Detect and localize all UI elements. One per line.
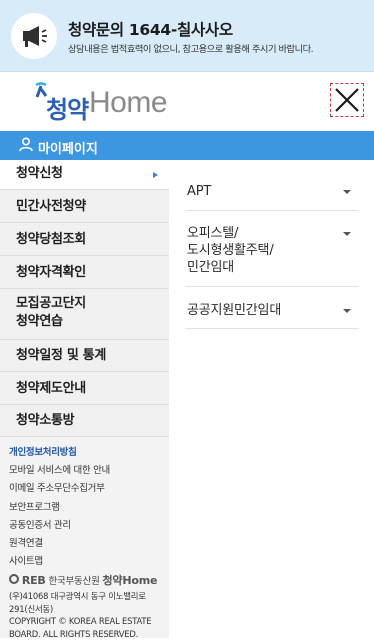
nav-item-schedule-statistics[interactable]: 청약일정 및 통계 <box>0 340 169 372</box>
site-header: 청약 Home <box>0 73 374 129</box>
nav-item-label: 청약소통방 <box>16 413 75 428</box>
nav-item-label-line2: 청약연습 <box>16 314 63 329</box>
submenu-item-public-private-rental[interactable]: 공공지원민간임대 <box>185 287 359 329</box>
link-remote-connection[interactable]: 원격연결 <box>9 535 110 553</box>
footer-copyright: COPYRIGHT © KOREA REAL ESTATE BOARD. ALL… <box>9 616 152 639</box>
submenu-item-apt[interactable]: APT <box>185 170 359 211</box>
footer-site: 청약Home <box>102 574 158 587</box>
megaphone-icon <box>11 13 57 59</box>
notice-banner: 청약문의 1644-칠사사오 상담내용은 법적효력이 없으니, 참고용으로 활용… <box>0 0 374 72</box>
footer-org: 한국부동산원 <box>48 576 100 587</box>
nav-item-label-line1: 모집공고단지 <box>16 296 86 311</box>
logo-hangul: 청약 <box>46 96 89 124</box>
nav-item-system-guide[interactable]: 청약제도안내 <box>0 372 169 405</box>
nav-item-label: 민간사전청약 <box>16 199 86 214</box>
nav-item-private-pre-subscription[interactable]: 민간사전청약 <box>0 190 169 223</box>
chevron-down-icon <box>343 232 351 236</box>
logo-home: Home <box>89 86 168 119</box>
nav-item-label: 청약신청 <box>16 166 63 181</box>
footer-reb: REB <box>21 574 46 587</box>
link-certificate-management[interactable]: 공동인증서 관리 <box>9 517 110 535</box>
footer-address: (우)41068 대구광역시 동구 이노밸리로 291(신서동) <box>9 591 146 614</box>
nav-item-label: 청약제도안내 <box>16 381 86 396</box>
site-logo[interactable]: 청약 Home <box>34 81 194 124</box>
nav-item-label: 청약일정 및 통계 <box>16 348 107 363</box>
nav-item-communication[interactable]: 청약소통방 <box>0 405 169 437</box>
chevron-down-icon <box>343 309 351 313</box>
submenu-item-label-line3: 민간임대 <box>187 260 235 275</box>
mypage-label: 마이페이지 <box>38 142 98 157</box>
submenu-item-label-line1: 오피스텔/ <box>187 226 239 241</box>
link-email-policy[interactable]: 이메일 주소무단수집거부 <box>9 480 110 498</box>
footer-brand: REB 한국부동산원 청약Home <box>9 574 169 590</box>
nav-item-apply[interactable]: 청약신청 <box>0 160 169 190</box>
nav-item-label: 청약자격확인 <box>16 265 86 280</box>
submenu-item-label: 공공지원민간임대 <box>187 303 282 318</box>
utility-links: 개인정보처리방침 모바일 서비스에 대한 안내 이메일 주소무단수집거부 보안프… <box>9 444 110 571</box>
banner-title: 청약문의 1644-칠사사오 <box>68 21 233 39</box>
nav-item-label: 청약당첨조회 <box>16 232 86 247</box>
link-sitemap[interactable]: 사이트맵 <box>9 553 110 571</box>
link-security-program[interactable]: 보안프로그램 <box>9 499 110 517</box>
user-icon <box>19 137 33 152</box>
submenu-item-label: APT <box>187 184 212 199</box>
footer: REB 한국부동산원 청약Home (우)41068 대구광역시 동구 이노밸리… <box>9 574 169 640</box>
banner-description: 상담내용은 법적효력이 없으니, 참고용으로 활용해 주시기 바랍니다. <box>68 44 314 55</box>
reb-logo-icon <box>9 574 19 584</box>
chevron-down-icon <box>343 190 351 194</box>
mypage-bar[interactable]: 마이페이지 <box>0 131 374 160</box>
nav-item-recruitment-practice[interactable]: 모집공고단지 청약연습 <box>0 289 169 340</box>
nav-item-winning-lookup[interactable]: 청약당첨조회 <box>0 223 169 256</box>
submenu-item-officetel[interactable]: 오피스텔/ 도시형생활주택/ 민간임대 <box>185 211 359 287</box>
chevron-right-icon <box>153 172 158 178</box>
link-privacy-policy[interactable]: 개인정보처리방침 <box>9 444 110 462</box>
submenu-item-label-line2: 도시형생활주택/ <box>187 243 274 258</box>
nav-item-eligibility-check[interactable]: 청약자격확인 <box>0 256 169 289</box>
link-mobile-service[interactable]: 모바일 서비스에 대한 안내 <box>9 462 110 480</box>
close-button[interactable] <box>330 83 364 117</box>
close-icon <box>335 88 359 112</box>
